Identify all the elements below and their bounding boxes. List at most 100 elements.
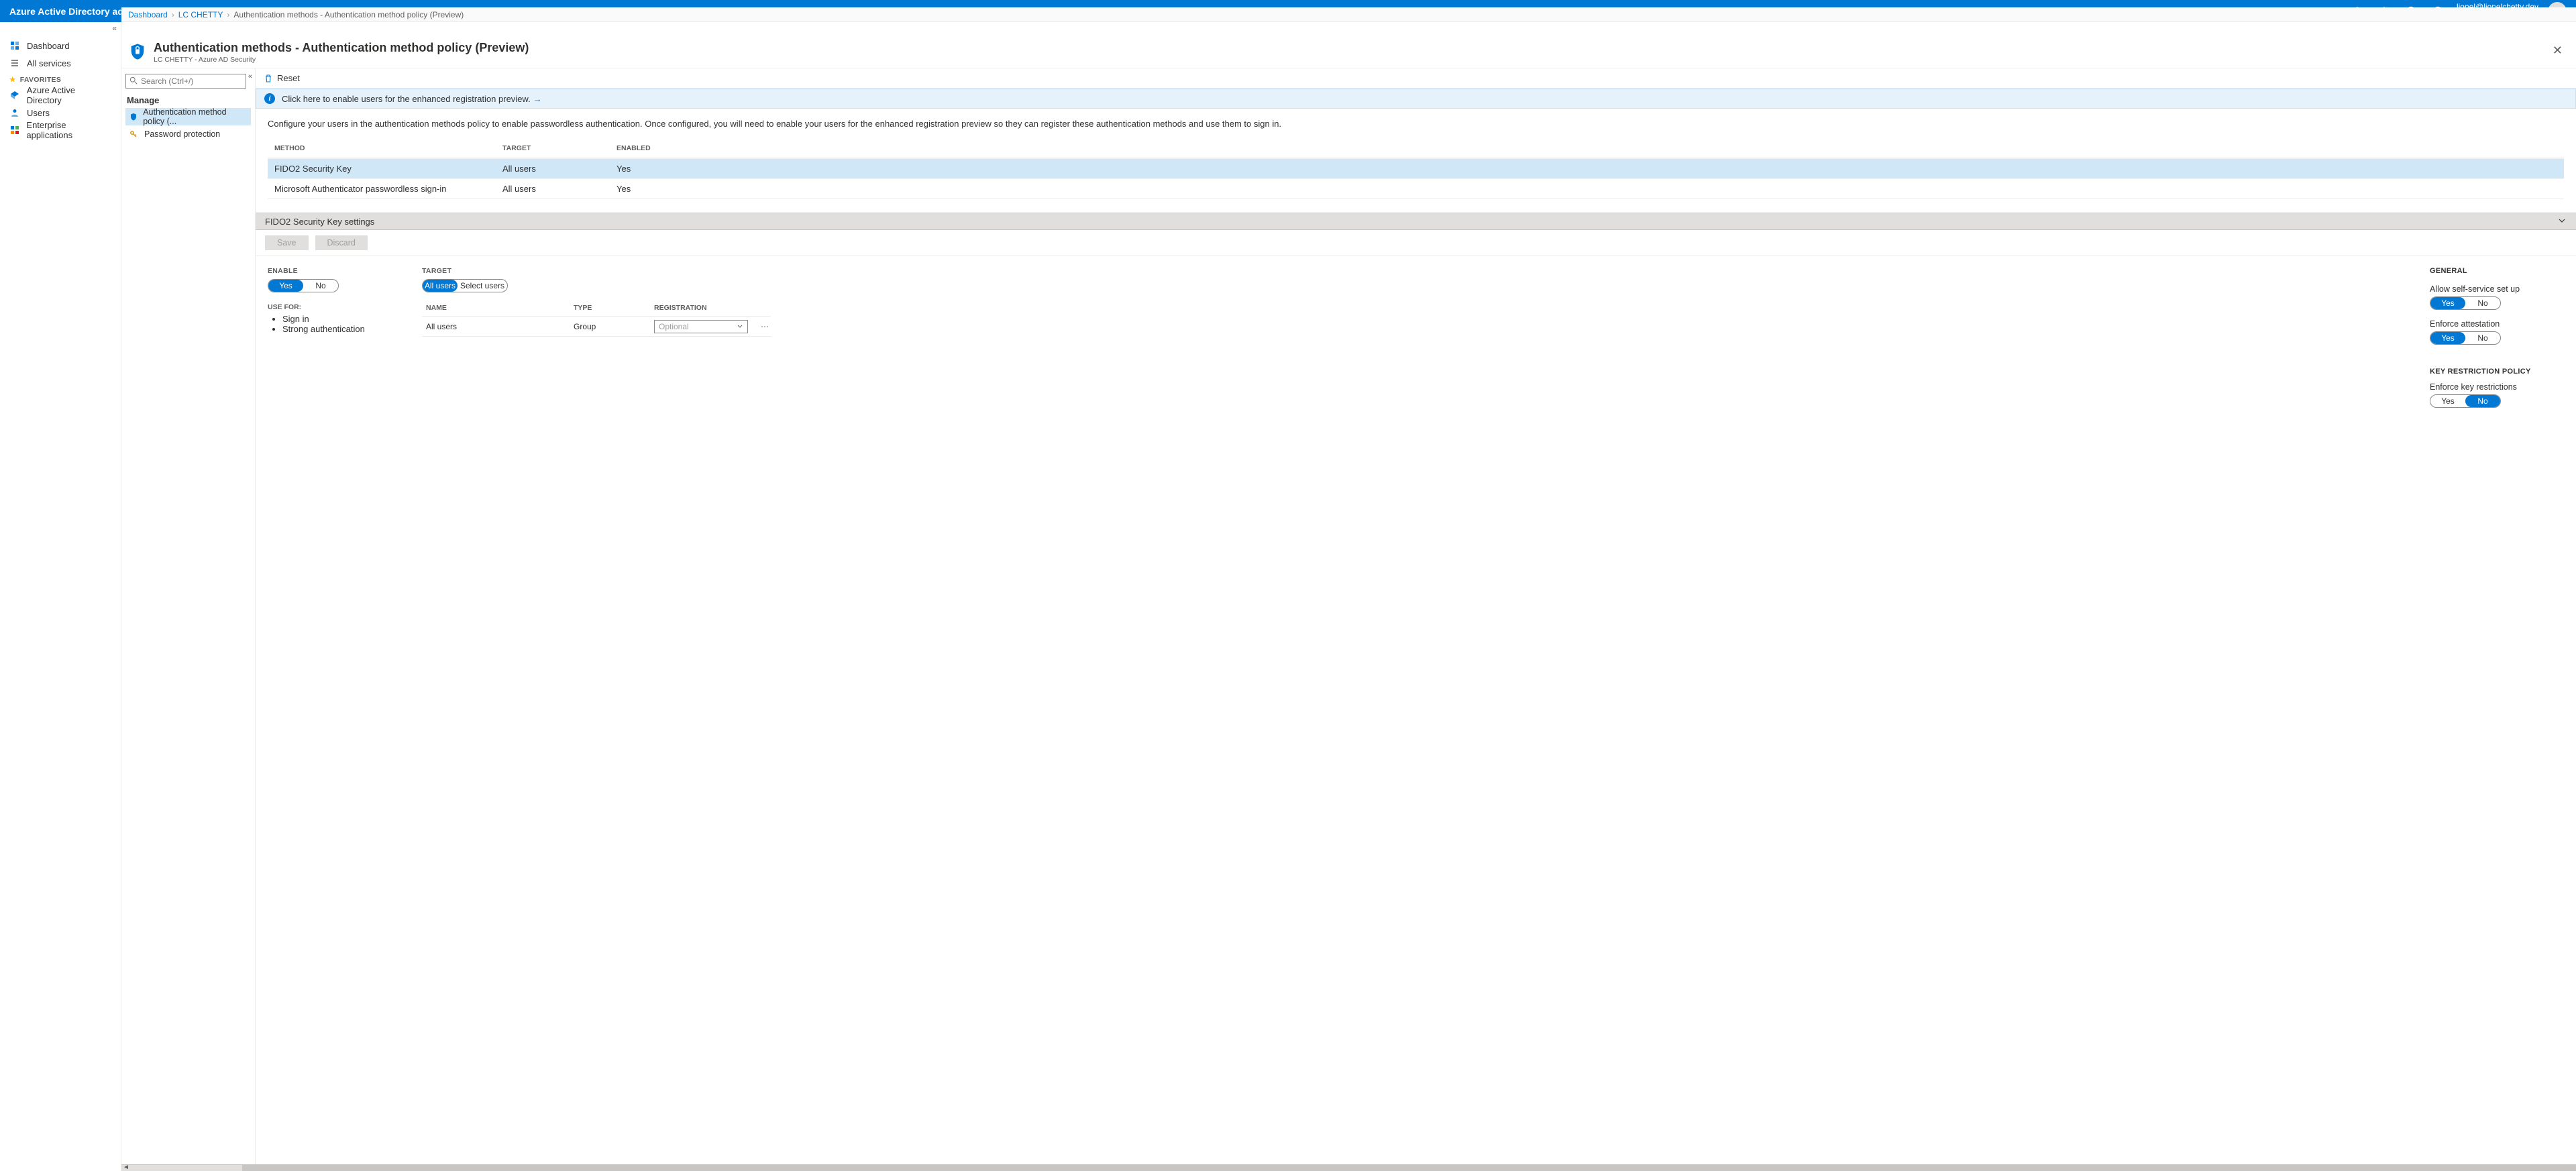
- breadcrumb: Dashboard › LC CHETTY › Authentication m…: [121, 7, 2576, 22]
- settings-section-bar[interactable]: FIDO2 Security Key settings: [256, 213, 2576, 230]
- nav-collapse-icon[interactable]: «: [112, 23, 117, 33]
- cell-type: Group: [574, 322, 654, 331]
- row-more-icon[interactable]: ⋯: [755, 322, 775, 331]
- dashboard-icon: [9, 40, 20, 51]
- enforce-attest-no[interactable]: No: [2465, 332, 2500, 344]
- enable-toggle[interactable]: Yes No: [268, 279, 339, 292]
- cell-method: Microsoft Authenticator passwordless sig…: [274, 184, 502, 194]
- key-policy-heading: KEY RESTRICTION POLICY: [2430, 368, 2564, 376]
- nav-users-label: Users: [27, 108, 50, 118]
- nav-allservices[interactable]: All services: [0, 54, 121, 72]
- allow-self-toggle[interactable]: Yes No: [2430, 296, 2501, 310]
- chevron-down-icon: [737, 323, 743, 330]
- nav-aad[interactable]: Azure Active Directory: [0, 87, 121, 104]
- shield-small-icon: [129, 113, 138, 121]
- blade-header: Authentication methods - Authentication …: [121, 37, 2576, 68]
- nav-aad-label: Azure Active Directory: [27, 85, 111, 105]
- action-bar: Save Discard: [256, 230, 2576, 256]
- subnav-pwd-label: Password protection: [144, 129, 220, 139]
- save-button[interactable]: Save: [265, 235, 309, 250]
- subnav-password-protection[interactable]: Password protection: [125, 125, 251, 143]
- settings-section-title: FIDO2 Security Key settings: [265, 217, 374, 227]
- search-icon: [129, 76, 138, 85]
- enforce-key-yes[interactable]: Yes: [2430, 395, 2465, 407]
- target-table: NAME TYPE REGISTRATION All users Group: [422, 299, 771, 337]
- list-icon: [9, 58, 20, 68]
- nav-allservices-label: All services: [27, 58, 71, 68]
- chevron-down-icon: [2557, 216, 2567, 227]
- general-heading: GENERAL: [2430, 267, 2564, 275]
- reset-button[interactable]: Reset: [264, 73, 300, 83]
- subnav-auth-method-policy[interactable]: Authentication method policy (...: [125, 108, 251, 125]
- page-subtitle: LC CHETTY - Azure AD Security: [154, 56, 529, 64]
- nav-users[interactable]: Users: [0, 104, 121, 121]
- enable-no[interactable]: No: [303, 280, 338, 292]
- usefor-item: Sign in: [282, 314, 382, 324]
- col-method: METHOD: [274, 144, 502, 152]
- col-type: TYPE: [574, 304, 654, 312]
- aad-icon: [9, 90, 20, 101]
- nav-dashboard-label: Dashboard: [27, 41, 70, 51]
- blade-subnav: « Manage Authentication method policy (.…: [121, 68, 256, 1164]
- info-text: Click here to enable users for the enhan…: [282, 94, 531, 104]
- info-banner[interactable]: i Click here to enable users for the enh…: [256, 89, 2576, 109]
- enforce-key-label: Enforce key restrictions: [2430, 382, 2564, 392]
- search-input[interactable]: [125, 74, 246, 89]
- arrow-right-icon: →: [533, 94, 542, 104]
- cell-enabled: Yes: [616, 164, 2557, 174]
- enable-yes[interactable]: Yes: [268, 280, 303, 292]
- methods-table: METHOD TARGET ENABLED FIDO2 Security Key…: [268, 138, 2564, 199]
- registration-select[interactable]: Optional: [654, 320, 748, 333]
- cell-method: FIDO2 Security Key: [274, 164, 502, 174]
- enforce-key-toggle[interactable]: Yes No: [2430, 394, 2501, 408]
- cell-target: All users: [502, 184, 616, 194]
- description-text: Configure your users in the authenticati…: [256, 109, 2576, 138]
- registration-value: Optional: [659, 322, 689, 331]
- allow-self-no[interactable]: No: [2465, 297, 2500, 309]
- horizontal-scrollbar[interactable]: ◄: [121, 1164, 2576, 1171]
- allow-self-label: Allow self-service set up: [2430, 284, 2564, 294]
- method-row-fido2[interactable]: FIDO2 Security Key All users Yes: [268, 158, 2564, 178]
- target-all[interactable]: All users: [423, 280, 458, 292]
- target-label: TARGET: [422, 267, 771, 275]
- apps-icon: [9, 125, 19, 135]
- nav-entapps-label: Enterprise applications: [26, 120, 111, 140]
- nav-entapps[interactable]: Enterprise applications: [0, 121, 121, 139]
- shield-icon: [128, 42, 147, 61]
- toolbar: Reset: [256, 68, 2576, 89]
- nav-dashboard[interactable]: Dashboard: [0, 37, 121, 54]
- allow-self-yes[interactable]: Yes: [2430, 297, 2465, 309]
- subnav-section: Manage: [127, 95, 251, 105]
- breadcrumb-current: Authentication methods - Authentication …: [233, 10, 464, 19]
- target-toggle[interactable]: All users Select users: [422, 279, 508, 292]
- info-icon: i: [264, 93, 275, 104]
- target-select[interactable]: Select users: [458, 280, 507, 292]
- users-icon: [9, 107, 20, 118]
- left-nav: « Dashboard All services ★FAVORITES Azur…: [0, 22, 121, 1171]
- enforce-attest-toggle[interactable]: Yes No: [2430, 331, 2501, 345]
- trash-icon: [264, 74, 273, 83]
- cell-enabled: Yes: [616, 184, 2557, 194]
- col-registration: REGISTRATION: [654, 304, 755, 312]
- col-enabled: ENABLED: [616, 144, 2557, 152]
- cell-name: All users: [426, 322, 574, 331]
- close-icon[interactable]: ✕: [2550, 41, 2565, 60]
- subnav-auth-label: Authentication method policy (...: [143, 107, 247, 126]
- key-icon: [129, 130, 139, 138]
- target-row: All users Group Optional ⋯: [422, 317, 771, 337]
- usefor-label: USE FOR:: [268, 303, 382, 311]
- cell-target: All users: [502, 164, 616, 174]
- enforce-key-no[interactable]: No: [2465, 395, 2500, 407]
- reset-label: Reset: [277, 73, 300, 83]
- col-name: NAME: [426, 304, 574, 312]
- enforce-attest-yes[interactable]: Yes: [2430, 332, 2465, 344]
- method-row-authenticator[interactable]: Microsoft Authenticator passwordless sig…: [268, 178, 2564, 199]
- breadcrumb-dashboard[interactable]: Dashboard: [128, 10, 168, 19]
- page-title: Authentication methods - Authentication …: [154, 41, 529, 55]
- favorites-header: ★FAVORITES: [0, 72, 121, 87]
- enable-label: ENABLE: [268, 267, 382, 275]
- discard-button[interactable]: Discard: [315, 235, 368, 250]
- usefor-item: Strong authentication: [282, 324, 382, 334]
- breadcrumb-tenant[interactable]: LC CHETTY: [178, 10, 223, 19]
- col-target: TARGET: [502, 144, 616, 152]
